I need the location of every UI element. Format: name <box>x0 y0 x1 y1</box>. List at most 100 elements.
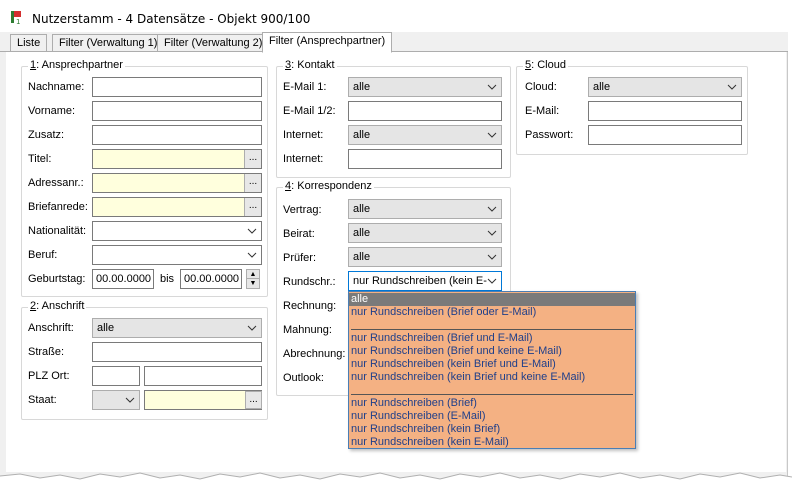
anschrift-value: alle <box>97 322 115 334</box>
window-title: Nutzerstamm - 4 Datensätze - Objekt 900/… <box>32 12 311 26</box>
spin-down-icon[interactable]: ▼ <box>247 279 259 288</box>
rundschr-label: Rundschr.: <box>283 276 336 288</box>
chevron-down-icon <box>727 84 737 90</box>
chevron-down-icon <box>247 325 257 331</box>
dropdown-option[interactable]: nur Rundschreiben (Brief) <box>351 397 477 410</box>
email12-input[interactable] <box>348 101 502 121</box>
nationalitaet-label: Nationalität: <box>28 225 87 237</box>
group-legend: 1: Ansprechpartner <box>28 59 125 71</box>
tab-label: Filter (Ansprechpartner) <box>269 35 386 47</box>
chevron-down-icon <box>247 228 257 234</box>
spin-up-icon[interactable]: ▲ <box>247 270 259 279</box>
chevron-down-icon <box>487 230 497 236</box>
staat-label: Staat: <box>28 394 57 406</box>
dropdown-option[interactable]: nur Rundschreiben (kein Brief und keine … <box>351 371 585 384</box>
titel-lookup-button[interactable]: ... <box>244 150 261 168</box>
abrechnung-label: Abrechnung: <box>283 348 346 360</box>
vorname-input[interactable] <box>92 101 262 121</box>
main-window: 1 Nutzerstamm - 4 Datensätze - Objekt 90… <box>0 0 792 495</box>
dropdown-option[interactable]: nur Rundschreiben (kein Brief) <box>351 423 500 436</box>
briefanrede-lookup-button[interactable]: ... <box>244 198 261 216</box>
zusatz-input[interactable] <box>92 125 262 145</box>
adressanr-label: Adressanr.: <box>28 177 84 189</box>
dropdown-option[interactable]: nur Rundschreiben (Brief und E-Mail) <box>351 332 533 345</box>
chevron-down-icon <box>487 206 497 212</box>
torn-edge-decoration <box>0 472 792 495</box>
rechnung-label: Rechnung: <box>283 300 337 312</box>
pruefer-value: alle <box>353 251 371 263</box>
internet-value: alle <box>353 129 371 141</box>
group-cloud: 5: Cloud Cloud: alle E-Mail: Passwort: <box>516 59 748 155</box>
nachname-input[interactable] <box>92 77 262 97</box>
nationalitaet-select[interactable] <box>92 221 262 241</box>
vorname-label: Vorname: <box>28 105 76 117</box>
group-kontakt: 3: Kontakt E-Mail 1: alle E-Mail 1/2: In… <box>276 59 511 178</box>
tab-bar: Liste Filter (Verwaltung 1) Filter (Verw… <box>0 32 788 53</box>
rundschreiben-dropdown-list: alle nur Rundschreiben (Brief oder E-Mai… <box>348 291 636 449</box>
chevron-down-icon <box>125 397 135 403</box>
pruefer-label: Prüfer: <box>283 252 317 264</box>
passwort-label: Passwort: <box>525 129 574 141</box>
adressanr-input[interactable]: ... <box>92 173 262 193</box>
beruf-label: Beruf: <box>28 249 58 261</box>
beruf-select[interactable] <box>92 245 262 265</box>
email1-label: E-Mail 1: <box>283 81 327 93</box>
passwort-input[interactable] <box>588 125 742 145</box>
staat-lookup-button[interactable]: ... <box>245 391 262 409</box>
chevron-down-icon <box>487 278 497 284</box>
group-ansprechpartner: 1: Ansprechpartner Nachname: Vorname: Zu… <box>21 59 268 297</box>
cloud-email-label: E-Mail: <box>525 105 560 117</box>
date-spinner[interactable]: ▲ ▼ <box>246 269 260 289</box>
title-bar: 1 Nutzerstamm - 4 Datensätze - Objekt 90… <box>0 0 788 32</box>
plzort-label: PLZ Ort: <box>28 370 70 382</box>
mahnung-label: Mahnung: <box>283 324 332 336</box>
chevron-down-icon <box>247 252 257 258</box>
email1-value: alle <box>353 81 371 93</box>
titel-label: Titel: <box>28 153 52 165</box>
ort-input[interactable] <box>144 366 262 386</box>
strasse-input[interactable] <box>92 342 262 362</box>
pruefer-select[interactable]: alle <box>348 247 502 267</box>
cloud-value: alle <box>593 81 611 93</box>
cloud-select[interactable]: alle <box>588 77 742 97</box>
chevron-down-icon <box>487 84 497 90</box>
dropdown-option[interactable]: alle <box>349 293 635 306</box>
beirat-select[interactable]: alle <box>348 223 502 243</box>
dropdown-option[interactable]: nur Rundschreiben (E-Mail) <box>351 410 486 423</box>
briefanrede-label: Briefanrede: <box>28 201 88 213</box>
adressanr-lookup-button[interactable]: ... <box>244 174 261 192</box>
strasse-label: Straße: <box>28 346 65 358</box>
dropdown-option[interactable]: nur Rundschreiben (kein E-Mail) <box>351 436 509 449</box>
internet-input[interactable] <box>348 149 502 169</box>
chevron-down-icon <box>487 254 497 260</box>
geburtstag-from-input[interactable]: 00.00.0000 <box>92 269 154 289</box>
group-anschrift: 2: Anschrift Anschrift: alle Straße: PLZ… <box>21 300 268 420</box>
group-legend: 3: Kontakt <box>283 59 337 71</box>
dropdown-option[interactable]: nur Rundschreiben (Brief und keine E-Mai… <box>351 345 562 358</box>
rundschr-select[interactable]: nur Rundschreiben (kein E- <box>348 271 502 291</box>
email1-select[interactable]: alle <box>348 77 502 97</box>
briefanrede-input[interactable]: ... <box>92 197 262 217</box>
zusatz-label: Zusatz: <box>28 129 65 141</box>
svg-text:1: 1 <box>16 18 20 25</box>
internet-select[interactable]: alle <box>348 125 502 145</box>
cloud-label: Cloud: <box>525 81 557 93</box>
tab-filter-ansprechpartner[interactable]: Filter (Ansprechpartner) <box>262 32 393 53</box>
vertrag-select[interactable]: alle <box>348 199 502 219</box>
group-legend: 2: Anschrift <box>28 300 87 312</box>
tab-liste[interactable]: Liste <box>10 34 48 52</box>
anschrift-select[interactable]: alle <box>92 318 262 338</box>
group-legend: 4: Korrespondenz <box>283 180 374 192</box>
tab-filter-verwaltung-2[interactable]: Filter (Verwaltung 2) <box>157 34 270 52</box>
geburtstag-to-input[interactable]: 00.00.0000 <box>180 269 242 289</box>
vertrag-label: Vertrag: <box>283 204 322 216</box>
dropdown-option[interactable]: nur Rundschreiben (kein Brief und E-Mail… <box>351 358 556 371</box>
cloud-email-input[interactable] <box>588 101 742 121</box>
vertrag-value: alle <box>353 203 371 215</box>
titel-input[interactable]: ... <box>92 149 262 169</box>
bis-label: bis <box>160 273 175 285</box>
plz-input[interactable] <box>92 366 140 386</box>
staat-select[interactable] <box>92 390 140 410</box>
tab-filter-verwaltung-1[interactable]: Filter (Verwaltung 1) <box>52 34 165 52</box>
dropdown-option[interactable]: nur Rundschreiben (Brief oder E-Mail) <box>351 306 536 319</box>
